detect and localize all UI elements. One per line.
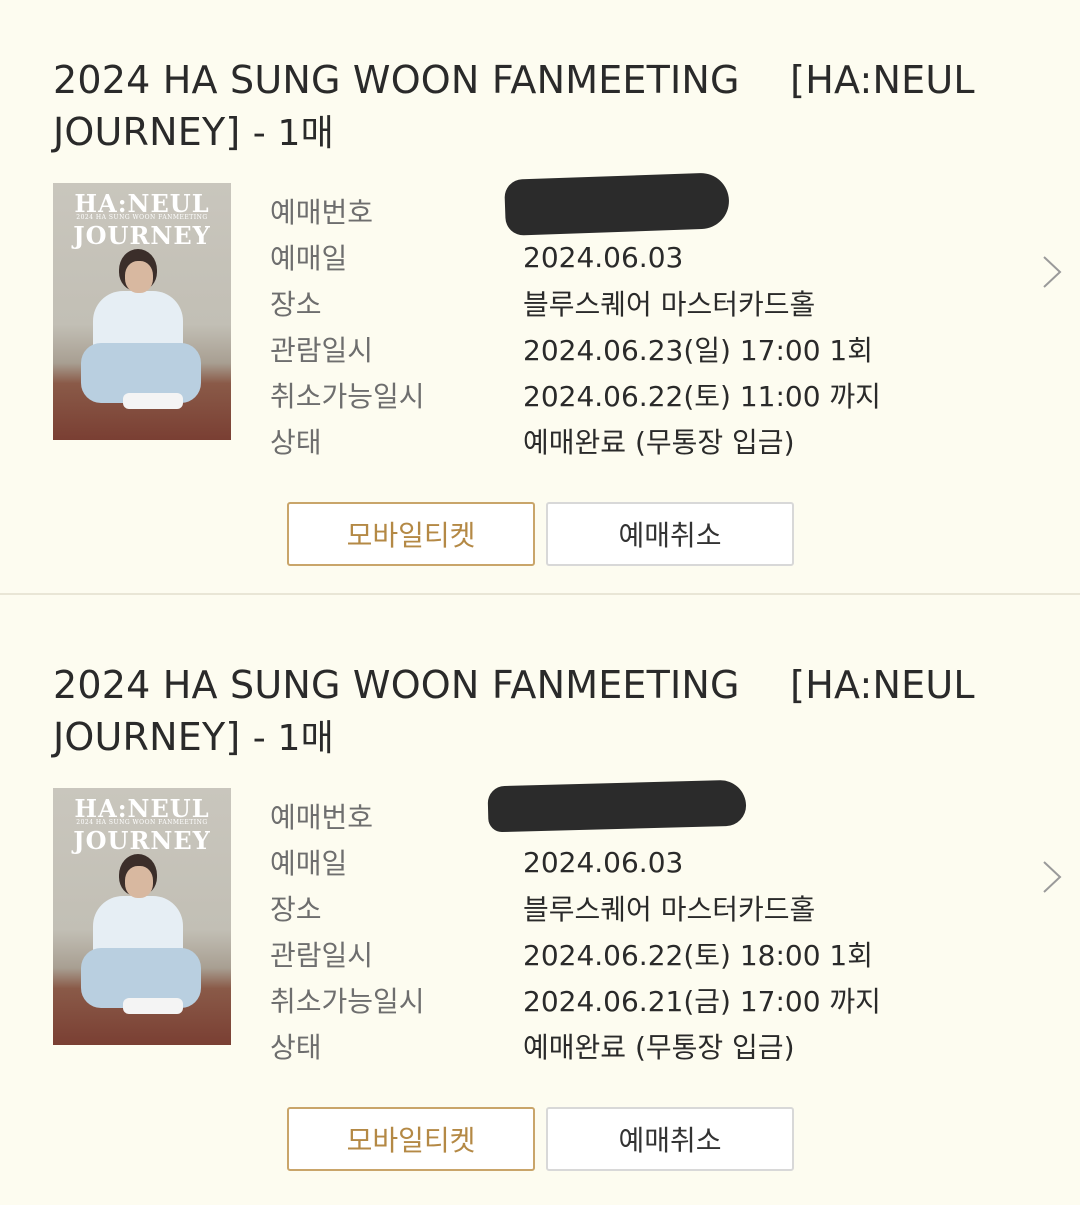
redaction-mark: [504, 172, 730, 236]
detail-label: 예매일: [270, 242, 348, 275]
detail-label: 취소가능일시: [270, 380, 425, 413]
chevron-right-icon[interactable]: [1038, 254, 1066, 290]
poster-figure-shoes: [123, 998, 183, 1014]
event-title: 2024 HA SUNG WOON FANMEETING [HA:NEUL JO…: [53, 663, 975, 759]
detail-label: 예매번호: [270, 196, 374, 229]
mobile-ticket-button[interactable]: 모바일티켓: [287, 1107, 535, 1171]
detail-value: 2024.06.21(금) 17:00 까지: [523, 985, 881, 1018]
detail-value: 2024.06.03: [523, 240, 684, 274]
detail-row-venue: 장소 블루스퀘어 마스터카드홀: [270, 885, 1010, 931]
detail-value: 2024.06.03: [523, 845, 684, 879]
detail-label: 관람일시: [270, 939, 374, 972]
detail-row-status: 상태 예매완료 (무통장 입금): [270, 1023, 1010, 1069]
detail-label: 상태: [270, 1031, 322, 1064]
detail-label: 관람일시: [270, 334, 374, 367]
detail-value: 블루스퀘어 마스터카드홀: [523, 893, 816, 926]
section-divider: [0, 593, 1080, 595]
detail-row-venue: 장소 블루스퀘어 마스터카드홀: [270, 280, 1010, 326]
detail-row-cancel-deadline: 취소가능일시 2024.06.22(토) 11:00 까지: [270, 372, 1010, 418]
event-poster: HA:NEUL 2024 HA SUNG WOON FANMEETING JOU…: [53, 183, 231, 440]
detail-row-show-datetime: 관람일시 2024.06.22(토) 18:00 1회: [270, 931, 1010, 977]
poster-figure-shoes: [123, 393, 183, 409]
cancel-booking-button[interactable]: 예매취소: [546, 502, 794, 566]
detail-value: 예매완료 (무통장 입금): [523, 426, 795, 459]
ticket-quantity: - 1매: [252, 718, 334, 759]
poster-figure-face: [125, 866, 153, 898]
detail-label: 상태: [270, 426, 322, 459]
redaction-mark: [487, 779, 747, 833]
detail-label: 취소가능일시: [270, 985, 425, 1018]
detail-value: 블루스퀘어 마스터카드홀: [523, 288, 816, 321]
detail-row-booking-date: 예매일 2024.06.03: [270, 234, 1010, 280]
poster-figure-face: [125, 261, 153, 293]
detail-label: 장소: [270, 288, 322, 321]
booking-card[interactable]: 2024 HA SUNG WOON FANMEETING [HA:NEUL JO…: [0, 0, 1080, 600]
detail-value: 예매완료 (무통장 입금): [523, 1031, 795, 1064]
detail-value: 2024.06.22(토) 11:00 까지: [523, 380, 881, 413]
ticket-quantity: - 1매: [252, 113, 334, 154]
detail-value: 2024.06.23(일) 17:00 1회: [523, 334, 873, 367]
detail-row-booking-date: 예매일 2024.06.03: [270, 839, 1010, 885]
event-title: 2024 HA SUNG WOON FANMEETING [HA:NEUL JO…: [53, 58, 975, 154]
detail-label: 장소: [270, 893, 322, 926]
detail-row-cancel-deadline: 취소가능일시 2024.06.21(금) 17:00 까지: [270, 977, 1010, 1023]
poster-subtitle: 2024 HA SUNG WOON FANMEETING: [76, 214, 208, 221]
detail-value: 2024.06.22(토) 18:00 1회: [523, 939, 873, 972]
event-poster: HA:NEUL 2024 HA SUNG WOON FANMEETING JOU…: [53, 788, 231, 1045]
booking-card[interactable]: 2024 HA SUNG WOON FANMEETING [HA:NEUL JO…: [0, 605, 1080, 1205]
poster-title-line2: JOURNEY: [73, 826, 211, 855]
poster-title-line2: JOURNEY: [73, 221, 211, 250]
detail-row-status: 상태 예매완료 (무통장 입금): [270, 418, 1010, 464]
detail-row-show-datetime: 관람일시 2024.06.23(일) 17:00 1회: [270, 326, 1010, 372]
booking-details: 예매번호 예매일 2024.06.03 장소 블루스퀘어 마스터카드홀 관람일시…: [270, 793, 1010, 1069]
detail-label: 예매일: [270, 847, 348, 880]
booking-title: 2024 HA SUNG WOON FANMEETING [HA:NEUL JO…: [53, 659, 1013, 765]
poster-subtitle: 2024 HA SUNG WOON FANMEETING: [76, 819, 208, 826]
detail-label: 예매번호: [270, 801, 374, 834]
booking-title: 2024 HA SUNG WOON FANMEETING [HA:NEUL JO…: [53, 54, 1013, 160]
chevron-right-icon[interactable]: [1038, 859, 1066, 895]
mobile-ticket-button[interactable]: 모바일티켓: [287, 502, 535, 566]
cancel-booking-button[interactable]: 예매취소: [546, 1107, 794, 1171]
